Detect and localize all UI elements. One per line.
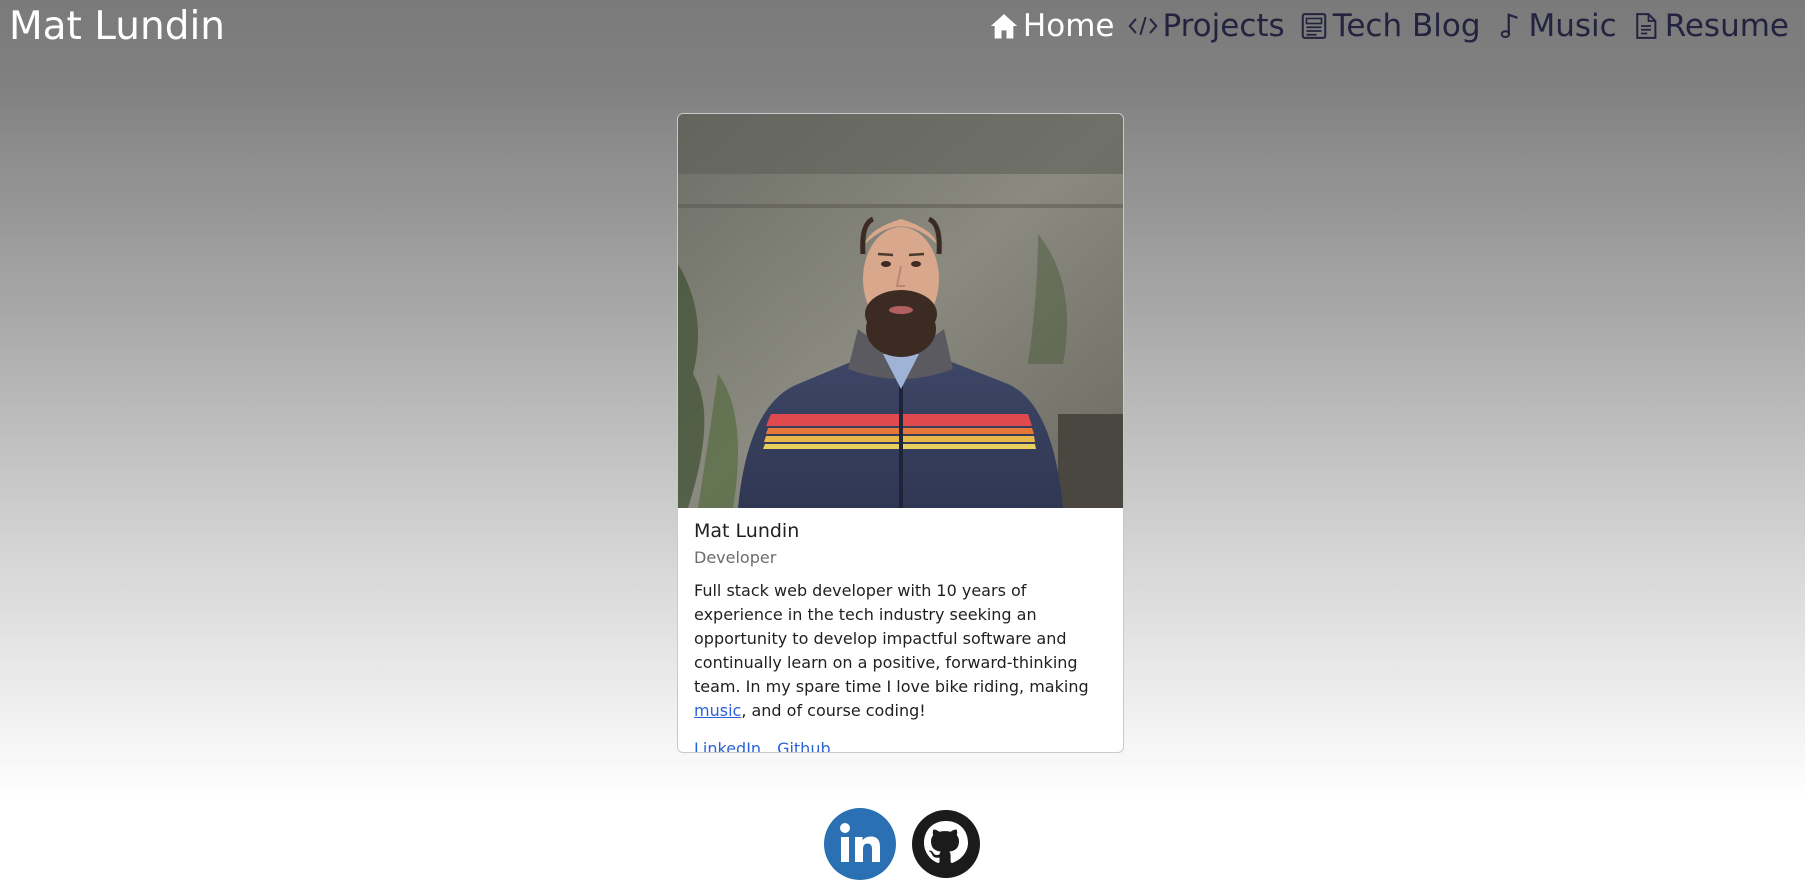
profile-links: LinkedIn Github [694, 739, 1104, 752]
top-navbar: Mat Lundin Home Projects Tech Blog Music [0, 0, 1805, 60]
code-icon [1128, 10, 1158, 42]
nav-resume-label: Resume [1664, 8, 1789, 44]
nav-home[interactable]: Home [989, 8, 1115, 44]
nav-tech-blog[interactable]: Tech Blog [1299, 8, 1481, 44]
music-note-icon [1495, 10, 1525, 42]
profile-photo [678, 114, 1123, 508]
github-link[interactable]: Github [777, 739, 831, 752]
nav-tech-blog-label: Tech Blog [1332, 8, 1481, 44]
linkedin-link[interactable]: LinkedIn [694, 739, 761, 752]
profile-name: Mat Lundin [694, 520, 800, 542]
nav-projects-label: Projects [1162, 8, 1285, 44]
linkedin-icon[interactable] [824, 808, 896, 880]
home-icon [989, 10, 1019, 42]
card-body: Mat Lundin Developer Full stack web deve… [694, 520, 1104, 752]
bio-text-start: Full stack web developer with 10 years o… [694, 581, 1089, 696]
social-icons [824, 808, 982, 880]
nav-projects[interactable]: Projects [1128, 8, 1285, 44]
profile-bio: Full stack web developer with 10 years o… [694, 579, 1104, 723]
github-icon[interactable] [910, 808, 982, 880]
document-icon [1631, 10, 1661, 42]
nav-music[interactable]: Music [1495, 8, 1617, 44]
nav-music-label: Music [1528, 8, 1617, 44]
profile-card: Mat Lundin Developer Full stack web deve… [677, 113, 1124, 753]
newspaper-icon [1299, 10, 1329, 42]
main-nav: Home Projects Tech Blog Music Resume [989, 8, 1789, 44]
bio-text-end: , and of course coding! [741, 701, 926, 720]
site-brand[interactable]: Mat Lundin [9, 4, 225, 49]
profile-role: Developer [694, 548, 777, 567]
music-link[interactable]: music [694, 701, 741, 720]
nav-resume[interactable]: Resume [1631, 8, 1789, 44]
nav-home-label: Home [1022, 8, 1115, 44]
